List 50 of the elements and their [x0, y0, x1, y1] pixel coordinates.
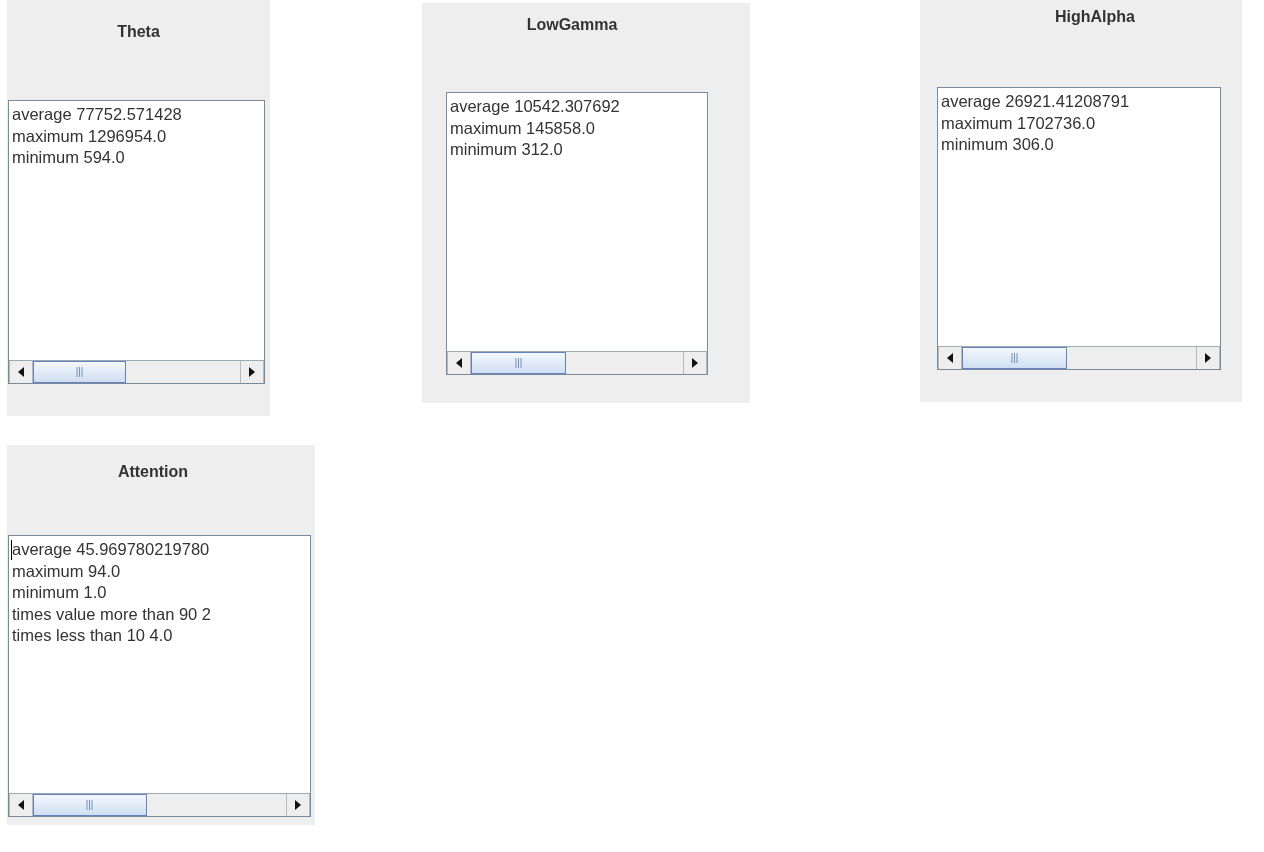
stat-line: maximum 1702736.0 [941, 112, 1097, 134]
horizontal-scrollbar[interactable] [938, 346, 1220, 369]
stat-line: times less than 10 4.0 [12, 625, 174, 646]
scroll-left-button[interactable] [9, 361, 33, 383]
horizontal-scrollbar[interactable] [447, 351, 707, 374]
stat-line: minimum 312.0 [450, 139, 564, 160]
stat-line: average 26921.41208791 [941, 91, 1131, 112]
scroll-right-button[interactable] [286, 794, 310, 816]
text-area[interactable]: average 10542.307692 maximum 145858.0 minimum 312.0 [446, 92, 708, 375]
left-arrow-icon [456, 358, 462, 368]
stat-line: average 77752.571428 [12, 104, 183, 125]
scroll-thumb[interactable] [33, 794, 147, 816]
scroll-left-button[interactable] [447, 352, 471, 374]
scroll-thumb[interactable] [962, 347, 1068, 369]
left-arrow-icon [18, 367, 24, 377]
stat-line: maximum 1296954.0 [12, 125, 168, 147]
scroll-thumb[interactable] [33, 361, 127, 383]
stat-line: maximum 145858.0 [450, 117, 596, 139]
panel-title: Attention [117, 462, 189, 482]
horizontal-scrollbar[interactable] [9, 793, 310, 816]
right-arrow-icon [1205, 353, 1211, 363]
panel-title: HighAlpha [1055, 7, 1135, 27]
panel-title: LowGamma [526, 15, 618, 35]
right-arrow-icon [295, 800, 301, 810]
panel-title: Theta [117, 22, 160, 42]
scroll-left-button[interactable] [938, 347, 962, 369]
scroll-thumb[interactable] [471, 352, 567, 374]
stat-line: minimum 306.0 [941, 134, 1055, 155]
horizontal-scrollbar[interactable] [9, 360, 264, 383]
scroll-right-button[interactable] [1196, 347, 1220, 369]
grip-icon [76, 367, 84, 377]
right-arrow-icon [692, 358, 698, 368]
text-area[interactable]: average 77752.571428 maximum 1296954.0 minimum 594.0 [8, 100, 265, 384]
scroll-right-button[interactable] [240, 361, 264, 383]
text-area[interactable]: average 26921.41208791 maximum 1702736.0 minimum 306.0 [937, 87, 1221, 370]
stat-line: times value more than 90 2 [12, 603, 213, 625]
stat-line: average 45.969780219780 [12, 539, 211, 560]
left-arrow-icon [947, 353, 953, 363]
grip-icon [515, 358, 523, 368]
stat-line: maximum 94.0 [12, 560, 122, 582]
text-area[interactable]: average 45.969780219780 maximum 94.0 minimum 1.0 times value more than 90 2 times less than 10 4.0 [8, 535, 311, 817]
right-arrow-icon [249, 367, 255, 377]
stat-line: minimum 1.0 [12, 582, 108, 603]
left-arrow-icon [18, 800, 24, 810]
stat-line: average 10542.307692 [450, 96, 621, 117]
grip-icon [86, 800, 94, 810]
stat-line: minimum 594.0 [12, 147, 126, 168]
grip-icon [1011, 353, 1019, 363]
scroll-right-button[interactable] [683, 352, 707, 374]
scroll-left-button[interactable] [9, 794, 33, 816]
